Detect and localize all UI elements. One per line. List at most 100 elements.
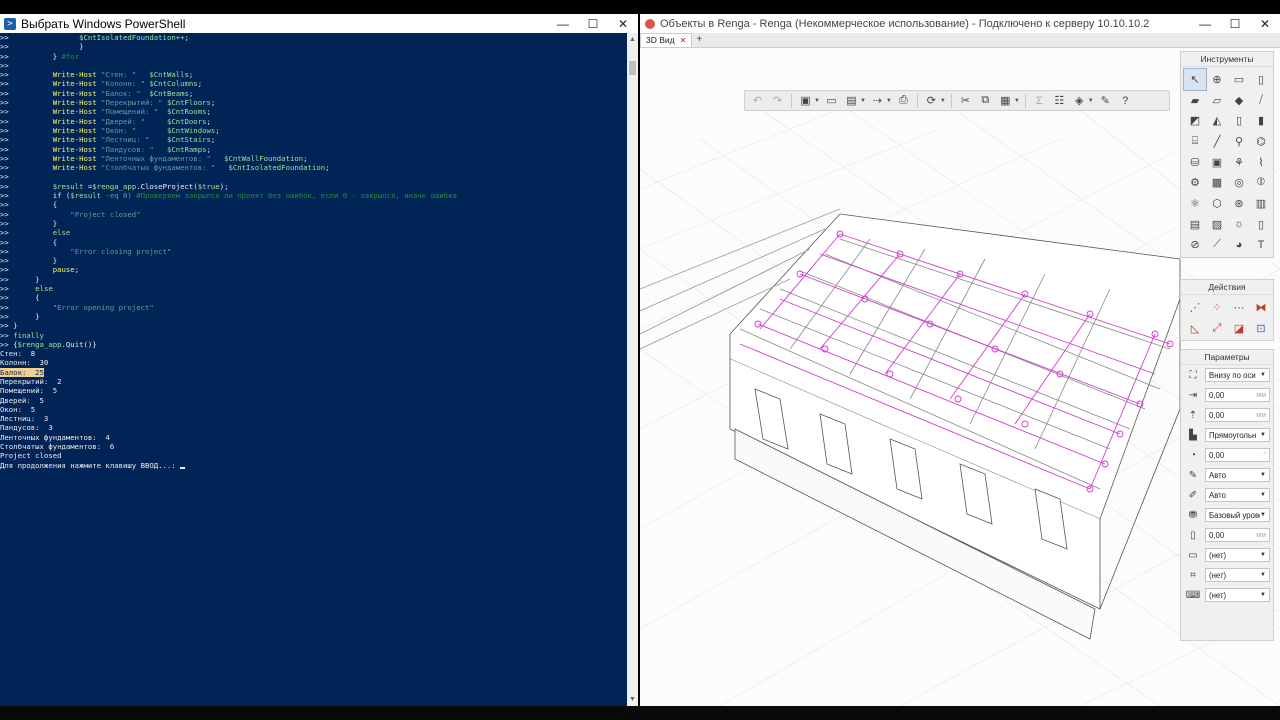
align-icon[interactable]: ◺ xyxy=(1184,318,1206,339)
door-tool-icon[interactable]: ▯ xyxy=(1228,110,1250,131)
furniture-tool-icon[interactable]: ⛁ xyxy=(1184,152,1206,173)
help-icon[interactable]: ? xyxy=(1117,93,1134,108)
frame-tool-icon[interactable]: ▤ xyxy=(1184,214,1206,235)
equipment-tool-icon[interactable]: ⌸ xyxy=(1184,131,1206,152)
tab-3d-view[interactable]: 3D Вид ✕ xyxy=(640,33,693,47)
add-tab-button[interactable]: + xyxy=(692,33,706,47)
pipe-tool-icon[interactable]: ⌬ xyxy=(1250,131,1272,152)
lamp-tool-icon[interactable]: ▯ xyxy=(1250,214,1272,235)
select-tool-icon[interactable]: ↖ xyxy=(1183,68,1207,91)
plumbing-tool-icon[interactable]: ▩ xyxy=(1206,172,1228,193)
column-alt-tool-icon[interactable]: ▮ xyxy=(1250,110,1272,131)
foundation-tool-icon[interactable]: ▧ xyxy=(1206,214,1228,235)
element-tool-icon[interactable]: ⚛ xyxy=(1184,193,1206,214)
section-tool-icon[interactable]: ⊘ xyxy=(1184,235,1206,256)
renga-close-button[interactable]: ✕ xyxy=(1250,14,1280,33)
pump-tool-icon[interactable]: ⊛ xyxy=(1228,193,1250,214)
renga-minimize-button[interactable]: — xyxy=(1190,14,1220,33)
wall-tool-icon[interactable]: ▭ xyxy=(1228,69,1250,90)
floor-tool-icon[interactable]: ▰ xyxy=(1184,90,1206,111)
properties-icon[interactable]: ☷ xyxy=(1051,93,1068,108)
room-tool-icon[interactable]: ⬡ xyxy=(1206,193,1228,214)
chevron-down-icon[interactable]: ▼ xyxy=(1014,98,1020,104)
chevron-down-icon[interactable]: ▼ xyxy=(886,98,892,104)
parameter-dropdown[interactable]: Внизу по оси ▼ xyxy=(1205,368,1270,382)
duct-tool-icon[interactable]: ⚘ xyxy=(1228,152,1250,173)
parameter-input[interactable]: 0,00 мм xyxy=(1205,388,1270,402)
assembly-tool-icon[interactable]: ⚙ xyxy=(1184,172,1206,193)
parameter-input[interactable]: 0,00 мм xyxy=(1205,408,1270,422)
parameter-dropdown[interactable]: Прямоугольн ▼ xyxy=(1205,428,1270,442)
console-output[interactable]: >> $CntIsolatedFoundation++; >> } >> } #fo… xyxy=(0,33,626,706)
fitting-tool-icon[interactable]: ⌇ xyxy=(1250,152,1272,173)
scroll-up-icon[interactable]: ▲ xyxy=(629,36,636,43)
chevron-down-icon[interactable]: ▼ xyxy=(940,98,946,104)
chevron-down-icon[interactable]: ▼ xyxy=(1260,492,1266,498)
orbit-icon[interactable]: ⟳ xyxy=(923,93,940,108)
roof-tool-icon[interactable]: ◆ xyxy=(1228,90,1250,111)
window-tool-icon[interactable]: ▯ xyxy=(1250,69,1272,90)
line-tool-icon[interactable]: ╱ xyxy=(1206,131,1228,152)
chevron-down-icon[interactable]: ▼ xyxy=(1260,552,1266,558)
chevron-down-icon[interactable]: ▼ xyxy=(1260,472,1266,478)
chevron-down-icon[interactable]: ▼ xyxy=(1260,432,1266,438)
move-icon[interactable]: ⋰ xyxy=(1184,297,1206,318)
parameter-dropdown[interactable]: Авто ▼ xyxy=(1205,468,1270,482)
slab-tool-icon[interactable]: ◭ xyxy=(1206,110,1228,131)
redo-icon[interactable]: ↷ xyxy=(769,93,786,108)
renga-window[interactable]: Объекты в Renga - Renga (Некоммерческое … xyxy=(640,14,1280,706)
text-tool-icon[interactable]: T xyxy=(1250,235,1272,256)
close-tab-icon[interactable]: ✕ xyxy=(680,34,687,47)
column-tool-icon[interactable]: ⊕ xyxy=(1206,69,1228,90)
sum-icon[interactable]: Σ xyxy=(1031,93,1048,108)
cut-icon[interactable]: ✂ xyxy=(957,93,974,108)
axis-tool-icon[interactable]: ◕ xyxy=(1228,235,1250,256)
parameter-dropdown[interactable]: (нет) ▼ xyxy=(1205,568,1270,582)
parameter-dropdown[interactable]: Авто ▼ xyxy=(1205,488,1270,502)
scrollbar-thumb[interactable] xyxy=(629,61,636,75)
layers-icon[interactable]: ◈ xyxy=(1071,93,1088,108)
delete-icon[interactable]: ◪ xyxy=(1228,318,1250,339)
chevron-down-icon[interactable]: ▼ xyxy=(1260,572,1266,578)
minimize-button[interactable]: — xyxy=(548,14,578,33)
parameter-input[interactable]: 0,00 ° xyxy=(1205,448,1270,462)
parameter-dropdown[interactable]: (нет) ▼ xyxy=(1205,588,1270,602)
valve-tool-icon[interactable]: ⦶ xyxy=(1250,172,1272,193)
rail-tool-icon[interactable]: ⧸ xyxy=(1250,90,1272,111)
tank-tool-icon[interactable]: ▥ xyxy=(1250,193,1272,214)
powershell-window[interactable]: > Выбрать Windows PowerShell — ☐ ✕ >> $C… xyxy=(0,14,638,706)
copy-icon[interactable]: ⧉ xyxy=(977,93,994,108)
chevron-down-icon[interactable]: ▼ xyxy=(1260,592,1266,598)
parameter-input[interactable]: 0,00 мм xyxy=(1205,528,1270,542)
view-cube-icon[interactable]: ▣ xyxy=(797,93,814,108)
chevron-down-icon[interactable]: ▼ xyxy=(1088,98,1094,104)
chevron-down-icon[interactable]: ▼ xyxy=(1260,372,1266,378)
scale-icon[interactable]: ⤢ xyxy=(1206,318,1228,339)
renga-maximize-button[interactable]: ☐ xyxy=(1220,14,1250,33)
parameter-dropdown[interactable]: (нет) ▼ xyxy=(1205,548,1270,562)
save-icon[interactable]: ▤ xyxy=(843,93,860,108)
parameter-dropdown[interactable]: Базовый уровень▼ xyxy=(1205,508,1270,522)
scroll-down-icon[interactable]: ▼ xyxy=(629,696,636,703)
maximize-button[interactable]: ☐ xyxy=(578,14,608,33)
dimension-tool-icon[interactable]: ⟋ xyxy=(1206,235,1228,256)
copy-properties-icon[interactable]: ⊡ xyxy=(1250,318,1272,339)
stair-tool-icon[interactable]: ⚲ xyxy=(1228,131,1250,152)
console-scrollbar[interactable]: ▲ ▼ xyxy=(627,33,638,706)
chevron-down-icon[interactable]: ▼ xyxy=(1260,512,1266,518)
powershell-titlebar[interactable]: > Выбрать Windows PowerShell — ☐ ✕ xyxy=(0,14,638,33)
ramp-tool-icon[interactable]: ◩ xyxy=(1184,110,1206,131)
export-icon[interactable]: ⇢ xyxy=(869,93,886,108)
rotate-icon[interactable]: ⁘ xyxy=(1206,297,1228,318)
hatch-tool-icon[interactable]: ▣ xyxy=(1206,152,1228,173)
print-icon[interactable]: ⎙ xyxy=(895,93,912,108)
chevron-down-icon[interactable]: ▼ xyxy=(814,98,820,104)
renga-titlebar[interactable]: Объекты в Renga - Renga (Некоммерческое … xyxy=(640,14,1280,33)
settings-icon[interactable]: ✎ xyxy=(1097,93,1114,108)
3d-viewport[interactable]: ↶ ↷ ▣ ▼ ▭ ▤ ▼ ⇢ ▼ ⎙ ⟳ ▼ ✂ ⧉ ▦ ▼ Σ ☷ ◈ ▼ ✎ ? Ин… xyxy=(640,49,1280,706)
paste-icon[interactable]: ▦ xyxy=(997,93,1014,108)
undo-icon[interactable]: ↶ xyxy=(749,93,766,108)
mirror-icon[interactable]: ⧓ xyxy=(1250,297,1272,318)
close-button[interactable]: ✕ xyxy=(608,14,638,33)
beam-tool-icon[interactable]: ▱ xyxy=(1206,90,1228,111)
